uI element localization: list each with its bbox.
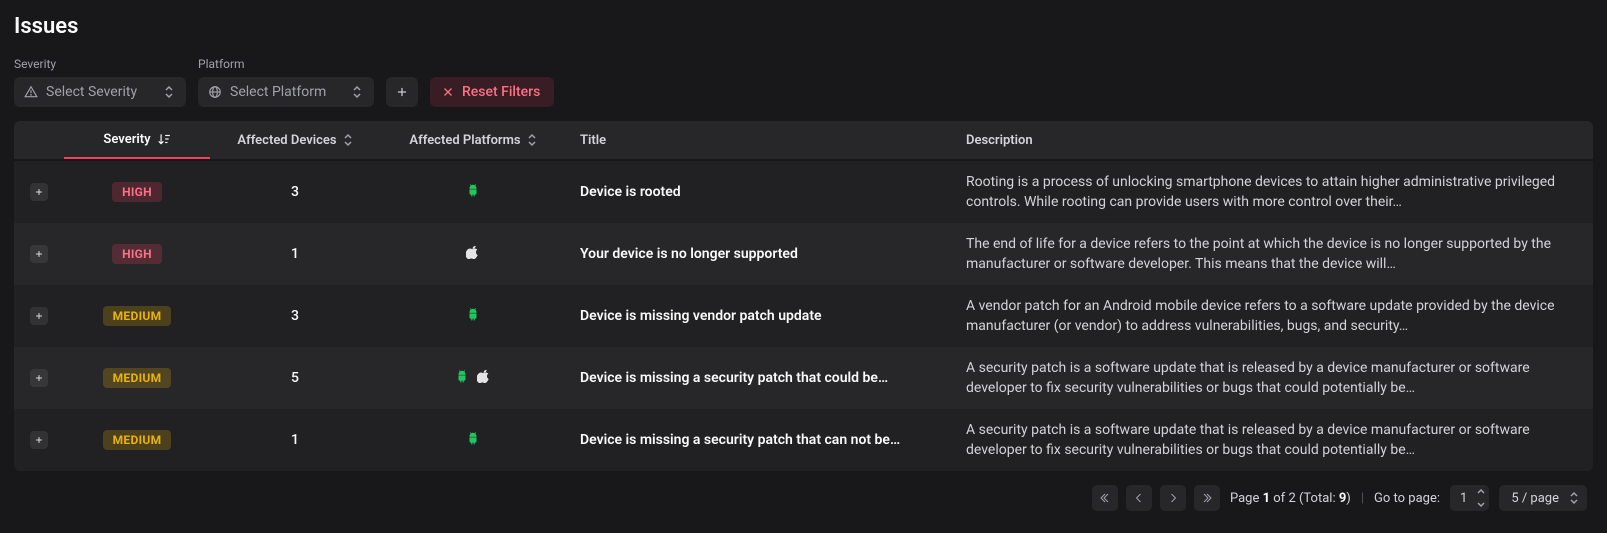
pagination: Page 1 of 2 (Total: 9) | Go to page: 1 5… — [14, 471, 1593, 513]
affected-devices-count: 3 — [210, 308, 380, 324]
severity-filter-label: Severity — [14, 57, 186, 71]
chevron-updown-icon — [164, 85, 178, 99]
filters-row: Severity Select Severity Platform Select… — [14, 57, 1593, 107]
goto-label: Go to page: — [1374, 491, 1440, 506]
platform-select-placeholder: Select Platform — [230, 84, 344, 100]
page-size-label: 5 / page — [1511, 491, 1559, 506]
page-last-button[interactable] — [1194, 485, 1220, 511]
expand-row-button[interactable] — [30, 307, 48, 325]
issues-table: Severity Affected Devices Affected Platf… — [14, 121, 1593, 471]
reset-filters-label: Reset Filters — [462, 84, 540, 100]
table-row: HIGH 3 Device is rootedRooting is a proces… — [14, 161, 1593, 223]
severity-select[interactable]: Select Severity — [14, 77, 186, 107]
stepper-down[interactable] — [1473, 498, 1489, 511]
table-row: MEDIUM 3 Device is missing vendor patch up… — [14, 285, 1593, 347]
platform-icons — [466, 183, 480, 201]
affected-devices-count: 3 — [210, 184, 380, 200]
chevron-updown-icon — [1569, 491, 1579, 505]
page-jump-input[interactable]: 1 — [1450, 485, 1489, 511]
separator: | — [1361, 491, 1364, 506]
chevron-updown-icon — [527, 133, 537, 147]
issue-title: Device is missing a security patch that … — [566, 370, 952, 386]
col-severity-label: Severity — [103, 132, 150, 147]
pagination-buttons — [1092, 485, 1220, 511]
platform-filter-group: Platform Select Platform — [198, 57, 374, 107]
expand-row-button[interactable] — [30, 369, 48, 387]
col-affected-devices[interactable]: Affected Devices — [210, 133, 380, 148]
severity-badge: MEDIUM — [103, 368, 172, 388]
col-title: Title — [566, 133, 952, 148]
sort-desc-icon — [157, 132, 171, 146]
add-filter-button[interactable] — [386, 77, 418, 107]
chevron-updown-icon — [352, 85, 366, 99]
platform-select[interactable]: Select Platform — [198, 77, 374, 107]
table-header: Severity Affected Devices Affected Platf… — [14, 121, 1593, 161]
page-prev-button[interactable] — [1126, 485, 1152, 511]
page-title: Issues — [14, 14, 1593, 39]
col-severity[interactable]: Severity — [64, 121, 210, 159]
platform-icons — [466, 431, 480, 449]
reset-filters-button[interactable]: Reset Filters — [430, 77, 554, 107]
severity-badge: HIGH — [112, 182, 162, 202]
severity-filter-group: Severity Select Severity — [14, 57, 186, 107]
platform-icons — [455, 369, 491, 387]
android-icon — [466, 431, 480, 449]
page-indicator: Page 1 of 2 (Total: 9) — [1230, 491, 1351, 506]
expand-row-button[interactable] — [30, 431, 48, 449]
affected-devices-count: 5 — [210, 370, 380, 386]
issue-description: The end of life for a device refers to t… — [952, 234, 1593, 275]
close-icon — [442, 86, 454, 98]
chevron-updown-icon — [343, 133, 353, 147]
issue-description: A security patch is a software update th… — [952, 420, 1593, 461]
affected-devices-count: 1 — [210, 432, 380, 448]
table-row: MEDIUM 5 Device is missing a security patc… — [14, 347, 1593, 409]
table-row: HIGH 1 Your device is no longer supportedT… — [14, 223, 1593, 285]
globe-icon — [208, 85, 222, 99]
issue-description: A vendor patch for an Android mobile dev… — [952, 296, 1593, 337]
severity-badge: HIGH — [112, 244, 162, 264]
col-affected-platforms-label: Affected Platforms — [409, 133, 520, 148]
issue-title: Device is missing vendor patch update — [566, 308, 952, 324]
platform-icons — [466, 245, 480, 263]
severity-select-placeholder: Select Severity — [46, 84, 156, 100]
android-icon — [466, 307, 480, 325]
apple-icon — [477, 369, 491, 387]
page-next-button[interactable] — [1160, 485, 1186, 511]
expand-row-button[interactable] — [30, 183, 48, 201]
severity-badge: MEDIUM — [103, 430, 172, 450]
issue-title: Device is rooted — [566, 184, 952, 200]
issue-title: Device is missing a security patch that … — [566, 432, 952, 448]
stepper-up[interactable] — [1473, 485, 1489, 498]
issue-description: A security patch is a software update th… — [952, 358, 1593, 399]
android-icon — [466, 183, 480, 201]
platform-icons — [466, 307, 480, 325]
table-body: HIGH 3 Device is rootedRooting is a proces… — [14, 161, 1593, 471]
page-first-button[interactable] — [1092, 485, 1118, 511]
page-size-select[interactable]: 5 / page — [1499, 485, 1587, 511]
platform-filter-label: Platform — [198, 57, 374, 71]
issue-title: Your device is no longer supported — [566, 246, 952, 262]
affected-devices-count: 1 — [210, 246, 380, 262]
android-icon — [455, 369, 469, 387]
issue-description: Rooting is a process of unlocking smartp… — [952, 172, 1593, 213]
apple-icon — [466, 245, 480, 263]
table-row: MEDIUM 1 Device is missing a security patc… — [14, 409, 1593, 471]
warning-icon — [24, 85, 38, 99]
col-description: Description — [952, 133, 1593, 148]
col-affected-devices-label: Affected Devices — [237, 133, 336, 148]
expand-row-button[interactable] — [30, 245, 48, 263]
severity-badge: MEDIUM — [103, 306, 172, 326]
col-affected-platforms[interactable]: Affected Platforms — [380, 133, 566, 148]
